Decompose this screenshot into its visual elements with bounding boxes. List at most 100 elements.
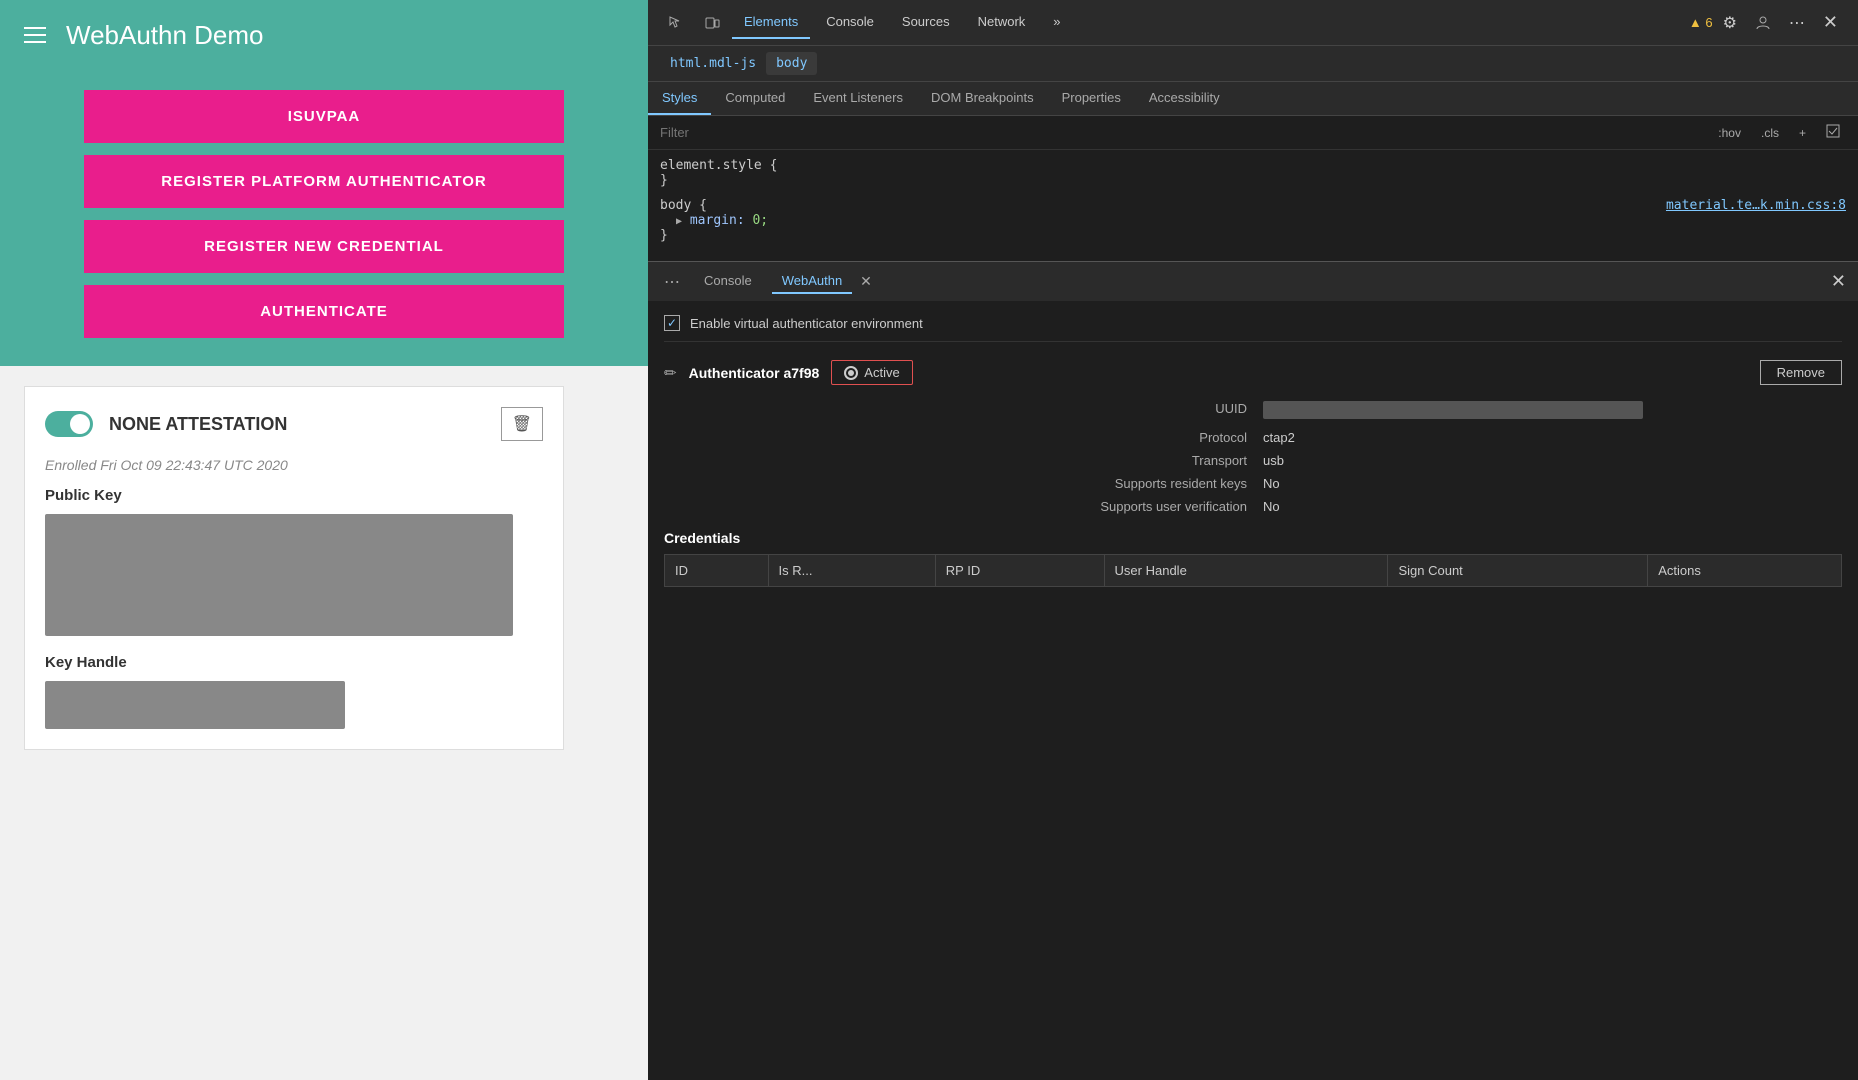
buttons-section: ISUVPAA REGISTER PLATFORM AUTHENTICATOR … (0, 70, 648, 366)
resident-keys-label: Supports resident keys (684, 476, 1263, 491)
tab-sources[interactable]: Sources (890, 6, 962, 39)
css-margin-value: 0; (752, 213, 768, 228)
delete-credential-button[interactable]: 🗑 (501, 407, 543, 441)
hov-filter-button[interactable]: :hov (1712, 124, 1747, 142)
uuid-bar (1263, 401, 1643, 419)
key-handle-label: Key Handle (45, 654, 543, 671)
css-rule-body: body { material.te…k.min.css:8 ▶ margin:… (660, 198, 1846, 243)
breadcrumb-body[interactable]: body (766, 52, 817, 75)
webauthn-tab-label: WebAuthn (782, 273, 842, 288)
webauthn-bar: ⋯ Console WebAuthn ✕ ✕ (648, 261, 1858, 301)
user-icon[interactable] (1747, 11, 1779, 35)
styles-content: element.style { } body { material.te…k.m… (648, 150, 1858, 261)
app-title: WebAuthn Demo (66, 20, 264, 51)
tab-network[interactable]: Network (966, 6, 1038, 39)
isuvpaa-button[interactable]: ISUVPAA (84, 90, 564, 143)
transport-label: Transport (684, 453, 1263, 468)
tab-console[interactable]: Console (814, 6, 886, 39)
col-rp-id: RP ID (935, 555, 1104, 587)
tab-more[interactable]: » (1041, 6, 1072, 39)
active-badge[interactable]: Active (831, 360, 912, 385)
protocol-label: Protocol (684, 430, 1263, 445)
tab-dom-breakpoints[interactable]: DOM Breakpoints (917, 82, 1048, 115)
enable-virtual-label: Enable virtual authenticator environment (690, 316, 923, 331)
device-toggle-icon[interactable] (696, 11, 728, 35)
warning-badge: ▲ 6 (1689, 15, 1713, 30)
credentials-table: ID Is R... RP ID User Handle Sign Count … (664, 554, 1842, 587)
css-source-link[interactable]: material.te…k.min.css:8 (1666, 198, 1846, 213)
left-panel: WebAuthn Demo ISUVPAA REGISTER PLATFORM … (0, 0, 648, 1080)
more-options-icon[interactable]: ⋯ (1783, 9, 1811, 37)
devtools-close-button[interactable]: ✕ (1815, 8, 1846, 37)
breadcrumb-bar: html.mdl-js body (648, 46, 1858, 82)
col-sign-count: Sign Count (1388, 555, 1648, 587)
enrolled-date: Enrolled Fri Oct 09 22:43:47 UTC 2020 (45, 457, 543, 473)
protocol-value: ctap2 (1263, 430, 1842, 445)
element-picker-icon[interactable] (660, 11, 692, 35)
credentials-title: Credentials (664, 530, 1842, 546)
add-style-button[interactable]: + (1793, 124, 1812, 142)
active-text: Active (864, 365, 899, 380)
uuid-label: UUID (684, 401, 1263, 422)
app-header: WebAuthn Demo (0, 0, 648, 70)
styles-filter-input[interactable] (660, 125, 1704, 140)
tab-accessibility[interactable]: Accessibility (1135, 82, 1234, 115)
col-is-r: Is R... (768, 555, 935, 587)
toggle-title-group: NONE ATTESTATION (45, 411, 287, 437)
tab-webauthn[interactable]: WebAuthn (772, 269, 852, 294)
tab-event-listeners[interactable]: Event Listeners (799, 82, 917, 115)
content-area: NONE ATTESTATION 🗑 Enrolled Fri Oct 09 2… (0, 366, 648, 1080)
breadcrumb-html[interactable]: html.mdl-js (660, 52, 766, 75)
tab-console-bottom[interactable]: Console (692, 265, 764, 298)
virtual-auth-row: Enable virtual authenticator environment (664, 315, 1842, 342)
auth-details: UUID Protocol ctap2 Transport usb Suppor… (664, 401, 1842, 514)
css-body-selector: body { (660, 198, 707, 213)
styles-filter-bar: :hov .cls + (648, 116, 1858, 150)
uuid-value (1263, 401, 1842, 422)
hamburger-menu-icon[interactable] (24, 27, 46, 43)
remove-authenticator-button[interactable]: Remove (1760, 360, 1842, 385)
authenticator-name: Authenticator a7f98 (689, 365, 820, 381)
devtools-panel: Elements Console Sources Network » ▲ 6 ⚙… (648, 0, 1858, 1080)
webauthn-content: Enable virtual authenticator environment… (648, 301, 1858, 1080)
key-handle-value (45, 681, 345, 729)
css-margin-property: ▶ margin: 0; (660, 213, 768, 228)
public-key-label: Public Key (45, 487, 543, 504)
credential-name: NONE ATTESTATION (109, 414, 287, 435)
edit-authenticator-icon[interactable]: ✏ (664, 364, 677, 382)
user-verification-value: No (1263, 499, 1842, 514)
webauthn-panel-close-button[interactable]: ✕ (1831, 271, 1846, 292)
table-header-row: ID Is R... RP ID User Handle Sign Count … (665, 555, 1842, 587)
tab-styles[interactable]: Styles (648, 82, 711, 115)
tab-elements[interactable]: Elements (732, 6, 810, 39)
card-header: NONE ATTESTATION 🗑 (45, 407, 543, 441)
settings-icon[interactable]: ⚙ (1717, 9, 1743, 37)
styles-panel: Styles Computed Event Listeners DOM Brea… (648, 82, 1858, 261)
webauthn-more-icon[interactable]: ⋯ (660, 268, 684, 296)
register-credential-button[interactable]: REGISTER NEW CREDENTIAL (84, 220, 564, 273)
enable-virtual-checkbox[interactable] (664, 315, 680, 331)
cls-filter-button[interactable]: .cls (1755, 124, 1785, 142)
active-radio-icon (844, 366, 858, 380)
css-body-closing-brace: } (660, 228, 668, 243)
tab-computed[interactable]: Computed (711, 82, 799, 115)
webauthn-tab-close-icon[interactable]: ✕ (860, 273, 872, 290)
tab-properties[interactable]: Properties (1048, 82, 1135, 115)
transport-value: usb (1263, 453, 1842, 468)
col-actions: Actions (1648, 555, 1842, 587)
col-id: ID (665, 555, 769, 587)
authenticate-button[interactable]: AUTHENTICATE (84, 285, 564, 338)
attestation-toggle[interactable] (45, 411, 93, 437)
col-user-handle: User Handle (1104, 555, 1388, 587)
css-closing-brace: } (660, 173, 668, 188)
devtools-top-bar: Elements Console Sources Network » ▲ 6 ⚙… (648, 0, 1858, 46)
register-platform-button[interactable]: REGISTER PLATFORM AUTHENTICATOR (84, 155, 564, 208)
credential-card: NONE ATTESTATION 🗑 Enrolled Fri Oct 09 2… (24, 386, 564, 750)
user-verification-label: Supports user verification (684, 499, 1263, 514)
force-style-button[interactable] (1820, 122, 1846, 143)
public-key-value (45, 514, 513, 636)
filter-actions: :hov .cls + (1712, 122, 1846, 143)
credentials-section: Credentials ID Is R... RP ID User Handle… (664, 530, 1842, 587)
css-arrow-icon[interactable]: ▶ (676, 216, 682, 227)
css-rule-element-style: element.style { } (660, 158, 1846, 188)
